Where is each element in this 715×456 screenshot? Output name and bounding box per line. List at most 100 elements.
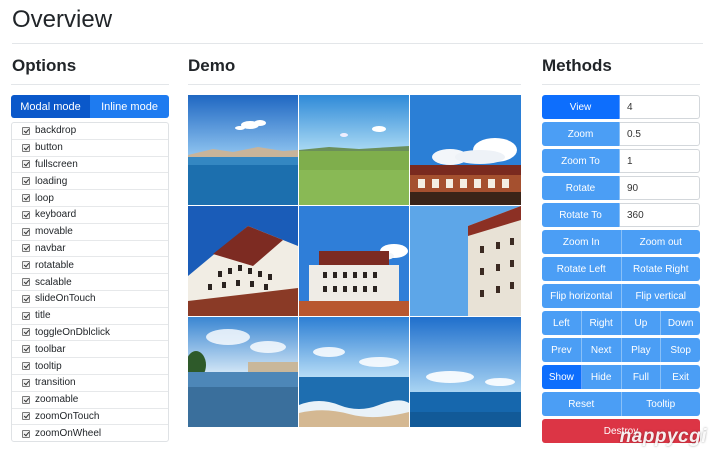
rotate-input[interactable]: 90 — [620, 176, 700, 200]
exit-button[interactable]: Exit — [661, 365, 700, 389]
gallery-image-palace-front[interactable] — [299, 206, 409, 316]
reset-button-group: Reset Tooltip — [542, 392, 700, 416]
flip-button-group: Flip horizontal Flip vertical — [542, 284, 700, 308]
demo-heading: Demo — [188, 56, 236, 75]
zoom-to-button[interactable]: Zoom To — [542, 149, 620, 173]
option-label: movable — [35, 226, 73, 238]
gallery-image-ocean[interactable] — [410, 317, 521, 427]
checkbox-checked-icon[interactable] — [22, 244, 30, 253]
checkbox-checked-icon[interactable] — [22, 328, 30, 337]
full-button[interactable]: Full — [621, 365, 662, 389]
checkbox-checked-icon[interactable] — [22, 143, 30, 152]
option-slideontouch[interactable]: slideOnTouch — [12, 291, 168, 308]
option-button[interactable]: button — [12, 140, 168, 157]
option-zoomonwheel[interactable]: zoomOnWheel — [12, 425, 168, 442]
method-rotate-row: Rotate 90 — [542, 176, 700, 200]
flip-horizontal-button[interactable]: Flip horizontal — [542, 284, 622, 308]
rotate-to-input[interactable]: 360 — [620, 203, 700, 227]
modal-mode-button[interactable]: Modal mode — [11, 95, 90, 118]
rotate-to-button[interactable]: Rotate To — [542, 203, 620, 227]
tooltip-button[interactable]: Tooltip — [621, 392, 700, 416]
view-button[interactable]: View — [542, 95, 620, 119]
title-divider — [12, 43, 703, 44]
option-navbar[interactable]: navbar — [12, 241, 168, 258]
checkbox-checked-icon[interactable] — [22, 395, 30, 404]
checkbox-checked-icon[interactable] — [22, 227, 30, 236]
option-zoomable[interactable]: zoomable — [12, 392, 168, 409]
option-toolbar[interactable]: toolbar — [12, 341, 168, 359]
checkbox-checked-icon[interactable] — [22, 194, 30, 203]
gallery-image-sea[interactable] — [299, 317, 409, 427]
zoom-out-button[interactable]: Zoom out — [621, 230, 700, 254]
gallery-image-river[interactable] — [188, 317, 298, 427]
rotate-right-button[interactable]: Rotate Right — [621, 257, 700, 281]
option-movable[interactable]: movable — [12, 224, 168, 241]
show-button[interactable]: Show — [542, 365, 582, 389]
option-backdrop[interactable]: backdrop — [12, 123, 168, 140]
play-button[interactable]: Play — [621, 338, 662, 362]
checkbox-checked-icon[interactable] — [22, 429, 30, 438]
view-input[interactable]: 4 — [620, 95, 700, 119]
option-tooltip[interactable]: tooltip — [12, 358, 168, 375]
gallery-image-wall[interactable] — [410, 206, 521, 316]
options-heading: Options — [12, 56, 77, 75]
checkbox-checked-icon[interactable] — [22, 278, 30, 287]
option-label: slideOnTouch — [35, 293, 96, 305]
option-scalable[interactable]: scalable — [12, 274, 168, 291]
checkbox-checked-icon[interactable] — [22, 126, 30, 135]
rotate-button[interactable]: Rotate — [542, 176, 620, 200]
mode-toggle-group: Modal mode Inline mode — [11, 95, 169, 118]
checkbox-checked-icon[interactable] — [22, 345, 30, 354]
move-down-button[interactable]: Down — [661, 311, 700, 335]
option-zoomontouch[interactable]: zoomOnTouch — [12, 409, 168, 426]
flip-vertical-button[interactable]: Flip vertical — [621, 284, 700, 308]
page-title: Overview — [12, 6, 113, 33]
zoom-button[interactable]: Zoom — [542, 122, 620, 146]
gallery-image-palace-left[interactable] — [188, 206, 298, 316]
checkbox-checked-icon[interactable] — [22, 311, 30, 320]
stop-button[interactable]: Stop — [661, 338, 700, 362]
checkbox-checked-icon[interactable] — [22, 412, 30, 421]
gallery-image-monastery[interactable] — [410, 95, 521, 205]
gallery-image-lake[interactable] — [188, 95, 298, 205]
checkbox-checked-icon[interactable] — [22, 261, 30, 270]
move-up-button[interactable]: Up — [621, 311, 662, 335]
demo-divider — [188, 84, 521, 85]
checkbox-checked-icon[interactable] — [22, 294, 30, 303]
option-transition[interactable]: transition — [12, 375, 168, 392]
checkbox-checked-icon[interactable] — [22, 160, 30, 169]
options-divider — [11, 84, 169, 85]
reset-button[interactable]: Reset — [542, 392, 622, 416]
hide-button[interactable]: Hide — [581, 365, 622, 389]
option-rotatable[interactable]: rotatable — [12, 257, 168, 275]
move-right-button[interactable]: Right — [581, 311, 622, 335]
option-fullscreen[interactable]: fullscreen — [12, 157, 168, 174]
zoom-to-input[interactable]: 1 — [620, 149, 700, 173]
option-label: loop — [35, 192, 54, 204]
option-keyboard[interactable]: keyboard — [12, 207, 168, 224]
option-loading[interactable]: loading — [12, 173, 168, 191]
options-list: backdrop button fullscreen loading loop … — [11, 122, 169, 442]
next-button[interactable]: Next — [581, 338, 622, 362]
inline-mode-button[interactable]: Inline mode — [90, 95, 169, 118]
prev-button[interactable]: Prev — [542, 338, 582, 362]
option-label: rotatable — [35, 259, 74, 271]
option-loop[interactable]: loop — [12, 190, 168, 207]
option-title[interactable]: title — [12, 308, 168, 325]
move-left-button[interactable]: Left — [542, 311, 582, 335]
checkbox-checked-icon[interactable] — [22, 210, 30, 219]
method-view-row: View 4 — [542, 95, 700, 119]
option-toggleondblclick[interactable]: toggleOnDblclick — [12, 325, 168, 342]
option-label: backdrop — [35, 125, 77, 137]
checkbox-checked-icon[interactable] — [22, 378, 30, 387]
checkbox-checked-icon[interactable] — [22, 177, 30, 186]
move-button-group: Left Right Up Down — [542, 311, 700, 335]
zoom-input[interactable]: 0.5 — [620, 122, 700, 146]
gallery-image-grassland[interactable] — [299, 95, 409, 205]
zoom-in-button[interactable]: Zoom In — [542, 230, 622, 254]
checkbox-checked-icon[interactable] — [22, 362, 30, 371]
option-label: keyboard — [35, 209, 77, 221]
option-label: title — [35, 310, 51, 322]
rotate-left-button[interactable]: Rotate Left — [542, 257, 622, 281]
image-gallery — [188, 95, 521, 429]
